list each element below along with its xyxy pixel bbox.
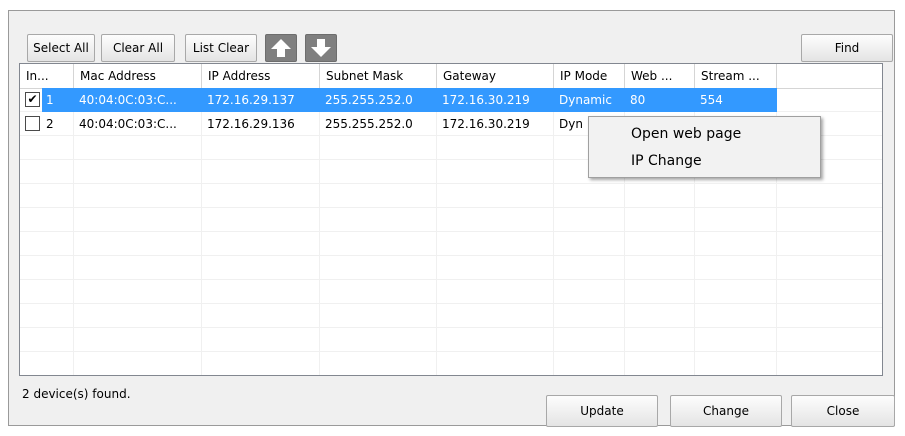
row-index: 1 [42,88,74,112]
column-header-web-port[interactable]: Web ... [625,64,695,88]
close-button[interactable]: Close [791,395,895,427]
mac-address-cell: 40:04:0C:03:C... [74,88,202,112]
row-checkbox[interactable]: ✔ [25,92,40,107]
update-button[interactable]: Update [546,395,658,427]
row-checkbox[interactable] [25,116,40,131]
table-row[interactable]: ✔ 1 40:04:0C:03:C... 172.16.29.137 255.2… [20,88,777,112]
subnet-mask-cell: 255.255.252.0 [320,88,437,112]
row-index: 2 [46,117,54,131]
ip-address-cell: 172.16.29.136 [207,117,295,131]
context-menu: Open web page IP Change [588,116,821,178]
stream-port-cell: 554 [695,88,777,112]
column-header-ip-mode[interactable]: IP Mode [554,64,625,88]
menu-item-ip-change[interactable]: IP Change [589,148,820,174]
clear-all-button[interactable]: Clear All [101,34,175,62]
subnet-mask-cell: 255.255.252.0 [325,117,413,131]
column-header-ip-address[interactable]: IP Address [202,64,320,88]
column-header-stream-port[interactable]: Stream ... [695,64,777,88]
status-text: 2 device(s) found. [22,387,131,401]
ip-mode-cell: Dynamic [554,88,625,112]
list-header: In... Mac Address IP Address Subnet Mask… [20,64,882,89]
ip-address-cell: 172.16.29.137 [202,88,320,112]
arrow-up-icon [271,39,291,57]
arrow-down-icon [311,39,331,57]
gateway-cell: 172.16.30.219 [437,88,554,112]
column-header-gateway[interactable]: Gateway [437,64,554,88]
change-button[interactable]: Change [670,395,782,427]
column-header-index[interactable]: In... [20,64,74,88]
gateway-cell: 172.16.30.219 [442,117,530,131]
column-header-subnet-mask[interactable]: Subnet Mask [320,64,437,88]
web-port-cell: 80 [625,88,695,112]
menu-item-open-web-page[interactable]: Open web page [589,121,820,147]
move-down-button[interactable] [305,34,337,62]
list-clear-button[interactable]: List Clear [185,34,257,62]
column-header-mac-address[interactable]: Mac Address [74,64,202,88]
move-up-button[interactable] [265,34,297,62]
mac-address-cell: 40:04:0C:03:C... [79,117,177,131]
device-list[interactable]: In... Mac Address IP Address Subnet Mask… [19,63,883,376]
find-button[interactable]: Find [801,34,893,62]
select-all-button[interactable]: Select All [27,34,95,62]
